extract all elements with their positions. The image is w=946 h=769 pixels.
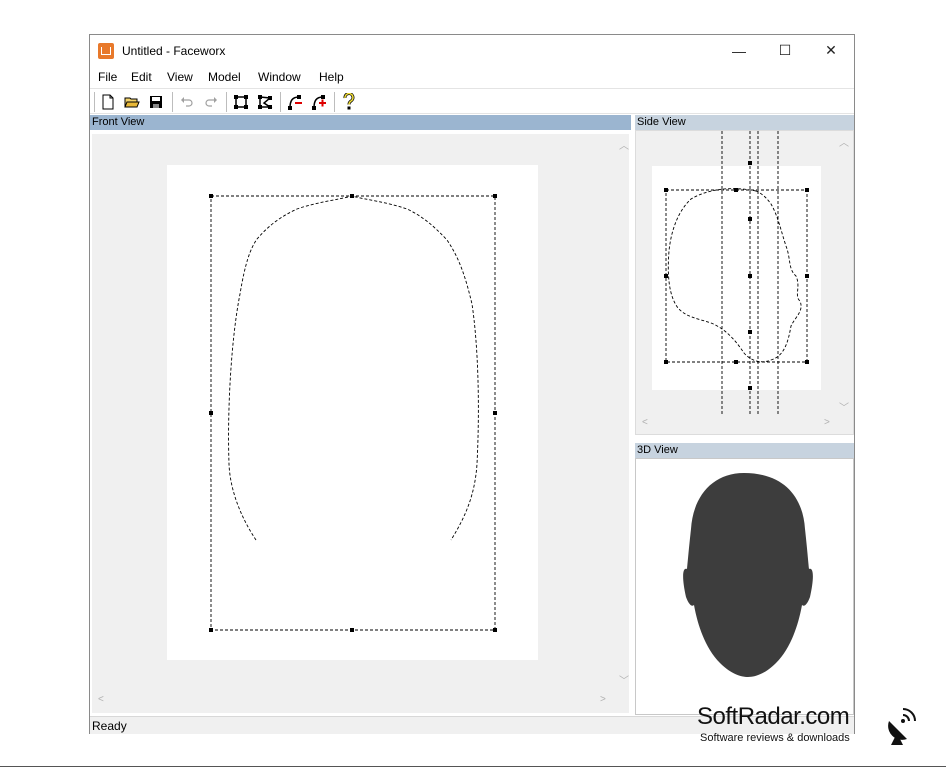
3d-view-pane: 3D View [635, 443, 854, 715]
front-view-face-outline[interactable] [92, 134, 629, 713]
scroll-up-icon[interactable]: ︿ [619, 137, 629, 152]
toolbar [90, 88, 854, 114]
front-view-header: Front View [90, 115, 631, 130]
add-feature-point-icon[interactable] [310, 93, 328, 111]
window-title: Untitled - Faceworx [122, 44, 226, 58]
menu-model[interactable]: Model [208, 70, 241, 84]
toolbar-separator [334, 92, 335, 112]
side-view-canvas[interactable]: ︿ ﹀ < > [635, 130, 854, 435]
undo-icon[interactable] [178, 93, 196, 111]
3d-head-model[interactable] [636, 459, 853, 714]
scroll-left-icon[interactable]: < [98, 694, 104, 705]
scroll-right-icon[interactable]: > [600, 694, 606, 705]
toolbar-separator [94, 92, 95, 112]
front-view-canvas[interactable]: ︿ ﹀ < > [92, 134, 629, 713]
faceworx-window: Untitled - Faceworx — ☐ ✕ File Edit View… [89, 34, 855, 734]
3d-view-header: 3D View [635, 443, 854, 458]
divider [0, 766, 946, 767]
select-polygon-icon[interactable] [256, 93, 274, 111]
side-view-pane: Side View ︿ ﹀ < > [635, 115, 854, 435]
scroll-down-icon[interactable]: ﹀ [619, 672, 629, 687]
maximize-button[interactable]: ☐ [762, 35, 808, 66]
title-bar: Untitled - Faceworx — ☐ ✕ [90, 35, 854, 66]
menu-file[interactable]: File [98, 70, 117, 84]
menu-bar: File Edit View Model Window Help [90, 68, 854, 88]
open-folder-icon[interactable] [123, 93, 141, 111]
front-view-pane: Front View ︿ ﹀ < > [90, 115, 631, 715]
toolbar-separator [280, 92, 281, 112]
watermark-title: SoftRadar.com [697, 703, 850, 730]
side-view-profile-outline[interactable] [636, 131, 853, 434]
help-icon[interactable] [340, 93, 358, 111]
save-disk-icon[interactable] [147, 93, 165, 111]
new-file-icon[interactable] [99, 93, 117, 111]
menu-help[interactable]: Help [319, 70, 344, 84]
satellite-dish-icon [888, 708, 916, 745]
side-view-header: Side View [635, 115, 854, 130]
scroll-left-icon[interactable]: < [642, 417, 648, 428]
toolbar-separator [226, 92, 227, 112]
softradar-watermark: SoftRadar.com Software reviews & downloa… [697, 703, 937, 753]
minimize-button[interactable]: — [716, 35, 762, 66]
status-text: Ready [92, 719, 127, 733]
select-rectangle-icon[interactable] [232, 93, 250, 111]
faceworx-app-icon [98, 43, 114, 59]
watermark-subtitle: Software reviews & downloads [700, 732, 850, 744]
toolbar-separator [172, 92, 173, 112]
scroll-down-icon[interactable]: ﹀ [839, 399, 849, 414]
redo-icon[interactable] [202, 93, 220, 111]
3d-view-canvas[interactable] [635, 458, 854, 715]
menu-window[interactable]: Window [258, 70, 301, 84]
scroll-right-icon[interactable]: > [824, 417, 830, 428]
add-point-icon[interactable] [286, 93, 304, 111]
close-button[interactable]: ✕ [808, 35, 854, 66]
scroll-up-icon[interactable]: ︿ [839, 134, 849, 149]
menu-edit[interactable]: Edit [131, 70, 152, 84]
menu-view[interactable]: View [167, 70, 193, 84]
